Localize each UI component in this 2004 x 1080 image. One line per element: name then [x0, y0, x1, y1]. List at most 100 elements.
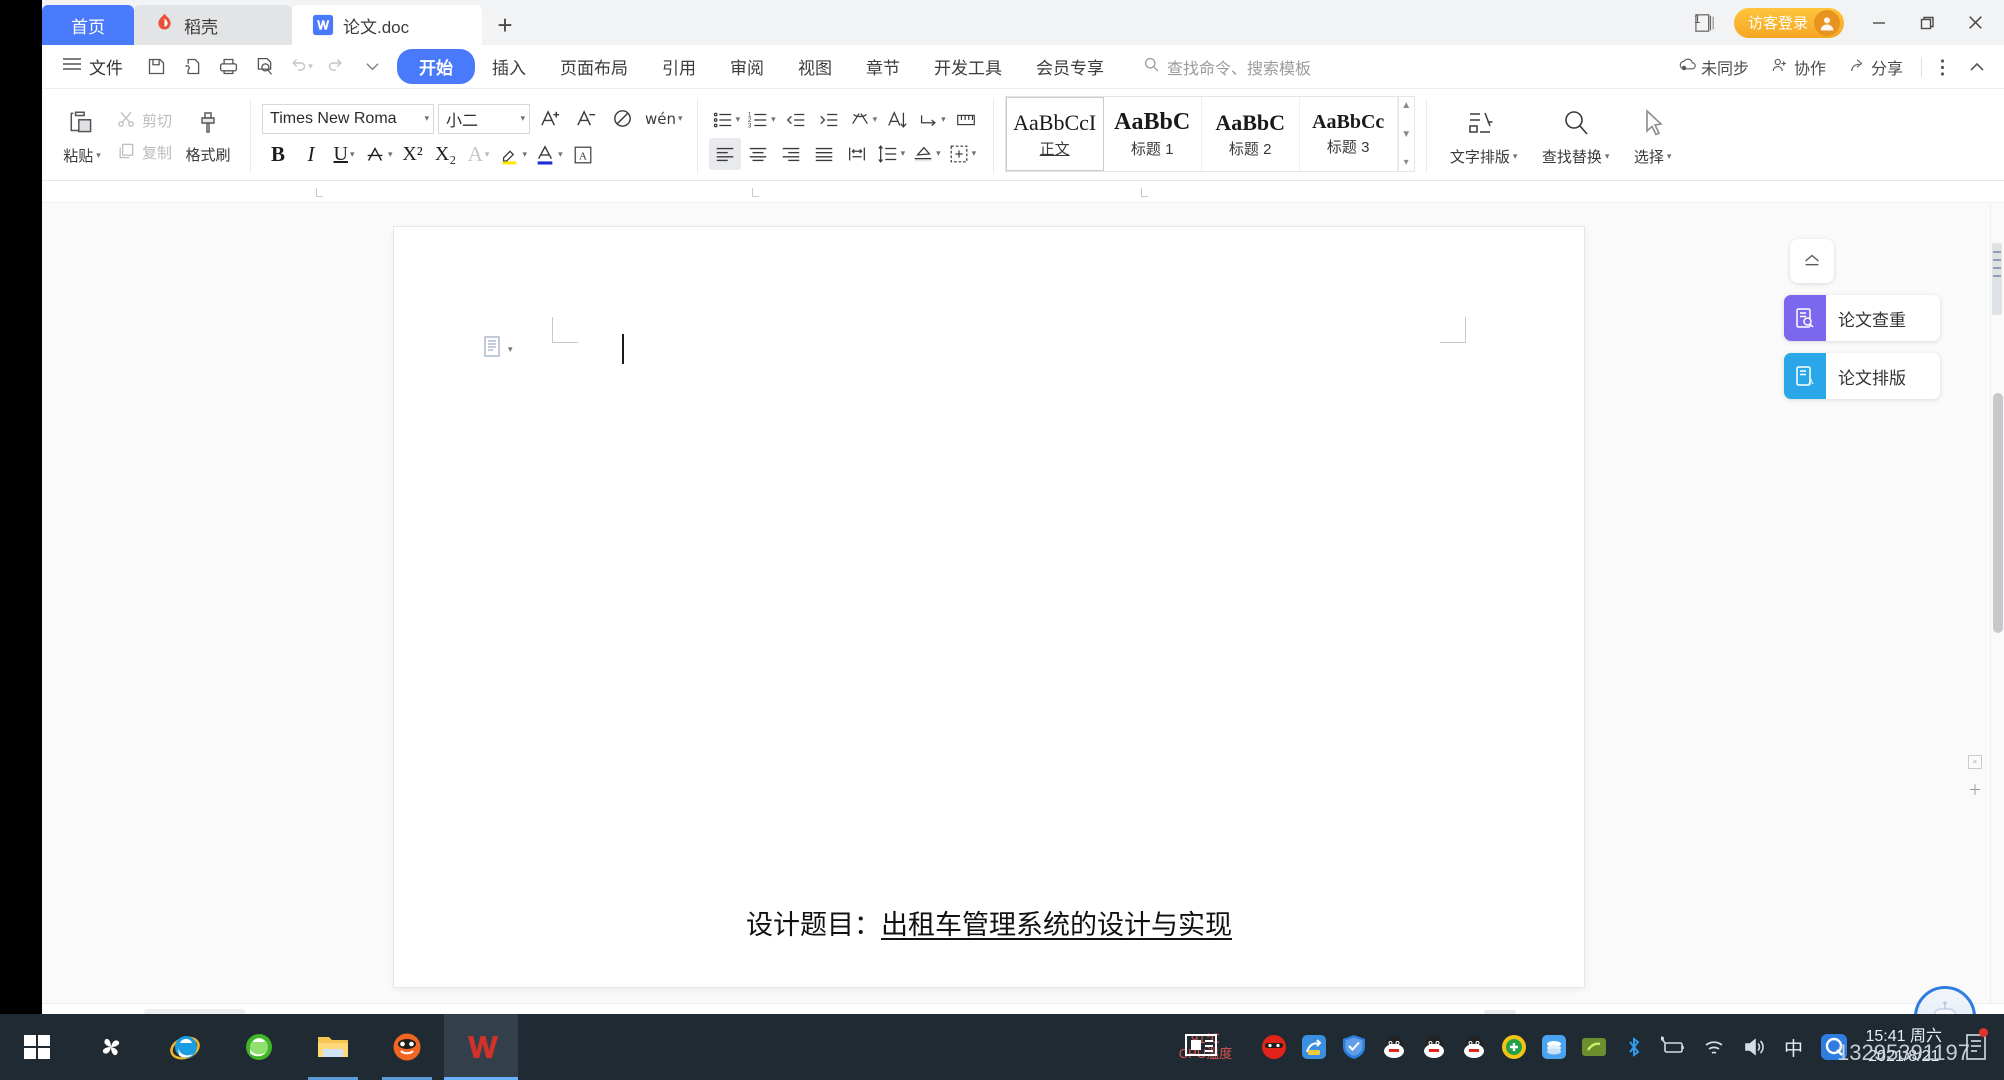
pinyin-caret[interactable]: ▾ [678, 114, 683, 123]
preview-icon[interactable] [247, 51, 281, 83]
ime-indicator[interactable]: 中 [1774, 1014, 1814, 1080]
paste-button[interactable]: 粘贴 ▾ [53, 93, 111, 180]
grow-font-icon[interactable] [534, 103, 566, 135]
tab-insert[interactable]: 插入 [475, 50, 543, 83]
file-explorer-icon[interactable] [296, 1014, 370, 1080]
font-size-caret[interactable]: ▾ [520, 114, 525, 123]
style-heading-3[interactable]: AaBbCc 标题 3 [1300, 97, 1398, 171]
cut-button[interactable]: 剪切 [111, 106, 177, 136]
collapse-panel-icon[interactable] [1790, 239, 1834, 283]
font-color-button[interactable]: ▾ [531, 139, 566, 171]
wifi-icon[interactable] [1694, 1014, 1734, 1080]
qq-icon[interactable] [1414, 1014, 1454, 1080]
new-tab-button[interactable]: + [482, 5, 528, 45]
vertical-scrollbar[interactable] [1990, 203, 2004, 1003]
green-app-icon[interactable] [1574, 1014, 1614, 1080]
increase-indent-icon[interactable] [813, 104, 845, 136]
paste-dropdown-caret[interactable]: ▾ [96, 150, 101, 160]
character-border-button[interactable]: A [567, 139, 599, 171]
print-preview-icon[interactable] [175, 51, 209, 83]
find-replace-button[interactable]: 查找替换 ▾ [1530, 93, 1622, 180]
file-menu-button[interactable]: 文件 [52, 54, 133, 79]
line-spacing-caret[interactable]: ▾ [901, 149, 906, 158]
select-caret[interactable]: ▾ [1667, 151, 1672, 161]
bullet-list-icon[interactable]: ▾ [709, 104, 744, 136]
shading-caret[interactable]: ▾ [936, 149, 941, 158]
scroll-down-icon[interactable]: ▼ [1401, 129, 1411, 140]
print-icon[interactable] [211, 51, 245, 83]
paste-options-caret[interactable]: ▾ [508, 345, 513, 354]
sort-icon[interactable] [881, 104, 913, 136]
qq-icon[interactable] [1454, 1014, 1494, 1080]
strikethrough-caret[interactable]: ▾ [388, 150, 393, 159]
scroll-up-icon[interactable]: ▲ [1401, 100, 1411, 111]
font-size-input[interactable]: 小二 ▾ [438, 103, 531, 134]
align-right-icon[interactable] [775, 138, 807, 170]
document-canvas[interactable]: ▾ 设计题目：出租车管理系统的设计与实现 论文查重 A 论文排版 ▫ ＋ [42, 203, 2004, 1003]
show-paragraph-marks-icon[interactable]: ▾ [914, 104, 949, 136]
pinyin-paragraph-caret[interactable]: ▾ [873, 115, 878, 124]
shrink-font-icon[interactable] [570, 103, 602, 135]
document-page[interactable]: ▾ 设计题目：出租车管理系统的设计与实现 [394, 227, 1584, 987]
shading-icon[interactable]: ▾ [909, 138, 944, 170]
tab-developer-tools[interactable]: 开发工具 [917, 50, 1019, 83]
windows-start-icon[interactable] [0, 1014, 74, 1080]
battery-icon[interactable] [1654, 1014, 1694, 1080]
minimize-button[interactable] [1856, 1, 1902, 45]
cloud-icon[interactable] [1534, 1014, 1574, 1080]
tab-references[interactable]: 引用 [645, 50, 713, 83]
find-replace-caret[interactable]: ▾ [1605, 151, 1610, 161]
format-painter-button[interactable]: 格式刷 [177, 93, 239, 180]
wechat-plus-icon[interactable] [1494, 1014, 1534, 1080]
text-effects-caret[interactable]: ▾ [485, 150, 490, 159]
superscript-button[interactable]: X² [397, 139, 429, 171]
text-layout-button[interactable]: 文字排版 ▾ [1438, 93, 1530, 180]
underline-button[interactable]: U ▾ [328, 139, 360, 171]
highlight-caret[interactable]: ▾ [523, 150, 528, 159]
tab-member-exclusive[interactable]: 会员专享 [1019, 50, 1121, 83]
undo-icon[interactable]: ▾ [283, 51, 317, 83]
share-button[interactable]: 分享 [1839, 55, 1912, 79]
paste-options-button[interactable]: ▾ [482, 335, 513, 364]
select-object-icon[interactable]: ▫ [1968, 755, 1982, 769]
redo-icon[interactable] [319, 51, 353, 83]
decrease-indent-icon[interactable] [780, 104, 812, 136]
underline-caret[interactable]: ▾ [350, 150, 355, 159]
line-spacing-icon[interactable]: ▾ [874, 138, 909, 170]
pinyin-guide-paragraph-icon[interactable]: ▾ [846, 104, 881, 136]
marks-caret[interactable]: ▾ [941, 115, 946, 124]
undo-dropdown-caret[interactable]: ▾ [308, 62, 313, 71]
distribute-icon[interactable] [841, 138, 873, 170]
style-body[interactable]: AaBbCcI 正文 [1005, 97, 1104, 171]
bold-button[interactable]: B [262, 139, 294, 171]
tab-start[interactable]: 开始 [397, 49, 475, 84]
tab-section[interactable]: 章节 [849, 50, 917, 83]
document-minimap[interactable] [1992, 243, 2002, 315]
panel-card-plagiarism-check[interactable]: 论文查重 [1784, 295, 1940, 341]
red-ninja-icon[interactable] [1254, 1014, 1294, 1080]
style-heading-1[interactable]: AaBbC 标题 1 [1104, 97, 1202, 171]
add-page-icon[interactable]: ＋ [1968, 782, 1982, 798]
volume-icon[interactable] [1734, 1014, 1774, 1080]
ruler-tab-stop[interactable] [752, 188, 759, 197]
tab-page-layout[interactable]: 页面布局 [543, 50, 645, 83]
panel-card-thesis-format[interactable]: A 论文排版 [1784, 353, 1940, 399]
tab-home[interactable]: 首页 [42, 5, 134, 45]
align-center-icon[interactable] [742, 138, 774, 170]
customize-icon[interactable] [355, 51, 389, 83]
borders-caret[interactable]: ▾ [972, 149, 977, 158]
orange-app-icon[interactable] [370, 1014, 444, 1080]
wps-writer-icon[interactable] [444, 1014, 518, 1080]
styles-gallery-scroll[interactable]: ▲ ▼ ▾ [1397, 97, 1414, 171]
numbering-caret[interactable]: ▾ [771, 115, 776, 124]
bluetooth-icon[interactable] [1614, 1014, 1654, 1080]
styles-more-icon[interactable]: ▾ [1404, 157, 1409, 168]
green-browser-icon[interactable] [222, 1014, 296, 1080]
horizontal-ruler[interactable] [42, 181, 2004, 203]
tab-document[interactable]: 论文.doc [292, 5, 482, 45]
strikethrough-button[interactable]: ▾ [361, 139, 396, 171]
more-vertical-icon[interactable] [1931, 58, 1954, 77]
tencent-shield-icon[interactable] [1334, 1014, 1374, 1080]
tab-docer[interactable]: 稻壳 [134, 5, 292, 45]
page-grid-icon[interactable] [950, 104, 982, 136]
